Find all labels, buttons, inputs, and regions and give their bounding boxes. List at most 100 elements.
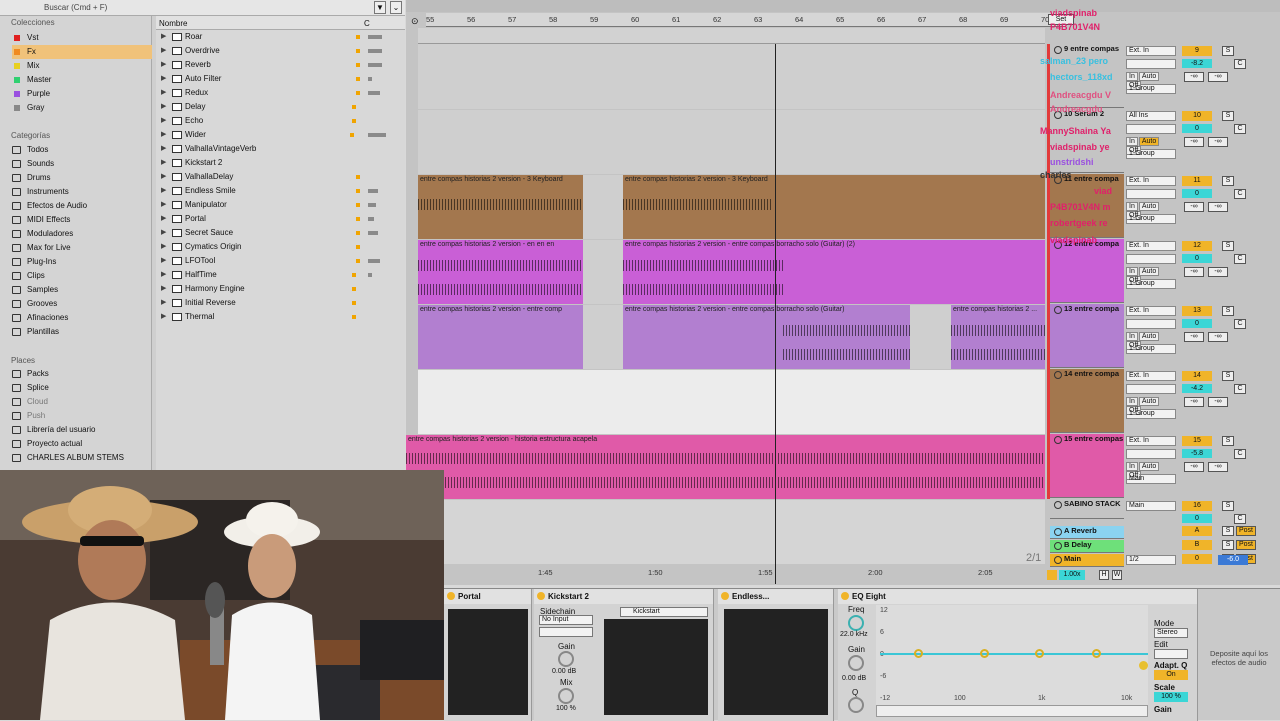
place-item[interactable]: Proyecto actual <box>12 437 152 451</box>
send-a-value[interactable]: -∞ <box>1184 332 1204 342</box>
file-item[interactable]: ▶ ValhallaVintageVerb <box>156 142 405 156</box>
filter-icon[interactable]: ▼ <box>374 1 386 14</box>
track-activator[interactable]: 15 <box>1182 436 1212 446</box>
send-b-value[interactable]: -∞ <box>1208 462 1228 472</box>
expand-icon[interactable]: ▶ <box>161 86 166 100</box>
input-channel-select[interactable] <box>1126 319 1176 329</box>
solo-button[interactable]: S <box>1222 501 1234 511</box>
device-kickstart[interactable]: Kickstart 2 Sidechain No Input Gain 0.00… <box>534 589 714 721</box>
category-item[interactable]: Plantillas <box>12 325 152 339</box>
dropdown-icon[interactable]: ⌄ <box>390 1 402 14</box>
file-item[interactable]: ▶ Harmony Engine <box>156 282 405 296</box>
crossfade-button[interactable]: C <box>1234 319 1246 329</box>
file-item[interactable]: ▶ Initial Reverse <box>156 296 405 310</box>
eq-band-filters[interactable] <box>876 705 1148 717</box>
clip[interactable]: entre compas historias 2 version - entre… <box>623 305 910 369</box>
track-15-lane[interactable]: entre compas historias 2 version - histo… <box>406 435 1045 499</box>
file-item[interactable]: ▶ Delay <box>156 100 405 114</box>
gain-value[interactable]: 0.00 dB <box>552 668 576 675</box>
monitor-auto-button[interactable]: Auto <box>1138 462 1160 471</box>
return-name[interactable]: B Delay <box>1064 540 1092 549</box>
expand-icon[interactable]: ▶ <box>161 142 166 156</box>
arm-icon[interactable] <box>1054 371 1062 379</box>
expand-icon[interactable]: ▶ <box>161 184 166 198</box>
collection-item[interactable]: Mix <box>12 59 152 73</box>
clip[interactable]: entre compas historias 2 version - histo… <box>406 435 1045 499</box>
track-9-lane[interactable] <box>418 44 1045 109</box>
solo-button[interactable]: S <box>1222 176 1234 186</box>
edit-select[interactable] <box>1154 649 1188 659</box>
zoom-value[interactable]: 1.00x <box>1059 570 1085 580</box>
track-name[interactable]: SABINO STACK <box>1064 499 1121 508</box>
track-activator[interactable]: 11 <box>1182 176 1212 186</box>
input-channel-select[interactable] <box>1126 254 1176 264</box>
file-item[interactable]: ▶ ValhallaDelay <box>156 170 405 184</box>
category-item[interactable]: Samples <box>12 283 152 297</box>
collection-item[interactable]: Fx <box>12 45 152 59</box>
volume-value[interactable]: 0 <box>1182 514 1212 523</box>
category-item[interactable]: Efectos de Audio <box>12 199 152 213</box>
sidechain-source[interactable] <box>539 627 593 637</box>
place-item[interactable]: Push <box>12 409 152 423</box>
send-b-value[interactable]: -∞ <box>1208 137 1228 147</box>
send-b-value[interactable]: -∞ <box>1208 72 1228 82</box>
bar-ruler[interactable]: 55 56 57 58 59 60 61 62 63 64 65 66 67 68 69 70 <box>426 13 1066 27</box>
send-a-value[interactable]: -∞ <box>1184 137 1204 147</box>
eq-band-4[interactable] <box>1092 649 1101 658</box>
category-item[interactable]: Sounds <box>12 157 152 171</box>
expand-icon[interactable]: ▶ <box>161 72 166 86</box>
arm-icon[interactable] <box>1054 436 1062 444</box>
device-title[interactable]: Portal <box>444 589 531 604</box>
file-item[interactable]: ▶ LFOTool <box>156 254 405 268</box>
track-activator[interactable]: 10 <box>1182 111 1212 121</box>
expand-icon[interactable]: ▶ <box>161 198 166 212</box>
w-button[interactable]: W <box>1112 570 1122 580</box>
return-track-header[interactable]: Main <box>1050 554 1124 567</box>
expand-icon[interactable]: ▶ <box>161 254 166 268</box>
send-b-value[interactable]: -∞ <box>1208 202 1228 212</box>
file-item[interactable]: ▶ Roar <box>156 30 405 44</box>
track-header[interactable]: 15 entre compas <box>1050 434 1124 498</box>
place-item[interactable]: Librería del usuario <box>12 423 152 437</box>
monitor-in-button[interactable]: In <box>1126 332 1138 341</box>
return-activator[interactable]: A <box>1182 526 1212 536</box>
device-title[interactable]: Endless... <box>718 589 833 604</box>
arm-icon[interactable] <box>1054 306 1062 314</box>
volume-value[interactable]: 0 <box>1182 254 1212 263</box>
eq-gain-value[interactable]: 0.00 dB <box>842 675 866 682</box>
file-item[interactable]: ▶ Overdrive <box>156 44 405 58</box>
input-channel-select[interactable] <box>1126 449 1176 459</box>
device-eq-eight[interactable]: EQ Eight Freq 22.0 kHz Gain 0.00 dB Q 12… <box>838 589 1198 721</box>
place-item[interactable]: Cloud <box>12 395 152 409</box>
column-name[interactable]: Nombre <box>159 19 187 28</box>
clip[interactable]: entre compas historias 2 version - entre… <box>623 240 1045 304</box>
send-b-value[interactable]: -∞ <box>1208 267 1228 277</box>
mix-knob[interactable] <box>558 688 574 704</box>
volume-value[interactable]: 0 <box>1182 319 1212 328</box>
q-knob[interactable] <box>848 697 864 713</box>
volume-value[interactable]: -4.2 <box>1182 384 1212 393</box>
eq-band-2[interactable] <box>980 649 989 658</box>
volume-value[interactable]: -5.8 <box>1182 449 1212 458</box>
expand-icon[interactable]: ▶ <box>161 212 166 226</box>
category-item[interactable]: Todos <box>12 143 152 157</box>
file-item[interactable]: ▶ Wider <box>156 128 405 142</box>
file-item[interactable]: ▶ Auto Filter <box>156 72 405 86</box>
monitor-in-button[interactable]: In <box>1126 267 1138 276</box>
main-volume[interactable]: -6.0 <box>1218 555 1248 565</box>
track-name[interactable]: 13 entre compa <box>1064 304 1119 313</box>
output-select[interactable]: 1-Group <box>1126 344 1176 354</box>
collection-item[interactable]: Gray <box>12 101 152 115</box>
device-endless[interactable]: Endless... <box>718 589 834 721</box>
expand-icon[interactable]: ▶ <box>161 282 166 296</box>
device-portal[interactable]: Portal <box>444 589 532 721</box>
arm-icon[interactable] <box>1054 501 1062 509</box>
track-header[interactable]: SABINO STACK <box>1050 499 1124 519</box>
category-item[interactable]: Instruments <box>12 185 152 199</box>
solo-button[interactable]: S <box>1222 436 1234 446</box>
volume-value[interactable]: -8.2 <box>1182 59 1212 68</box>
expand-icon[interactable]: ▶ <box>161 240 166 254</box>
eq-display[interactable]: 1260-6-12 1001k10k <box>876 605 1148 705</box>
send-a-value[interactable]: -∞ <box>1184 72 1204 82</box>
monitor-auto-button[interactable]: Auto <box>1138 267 1160 276</box>
